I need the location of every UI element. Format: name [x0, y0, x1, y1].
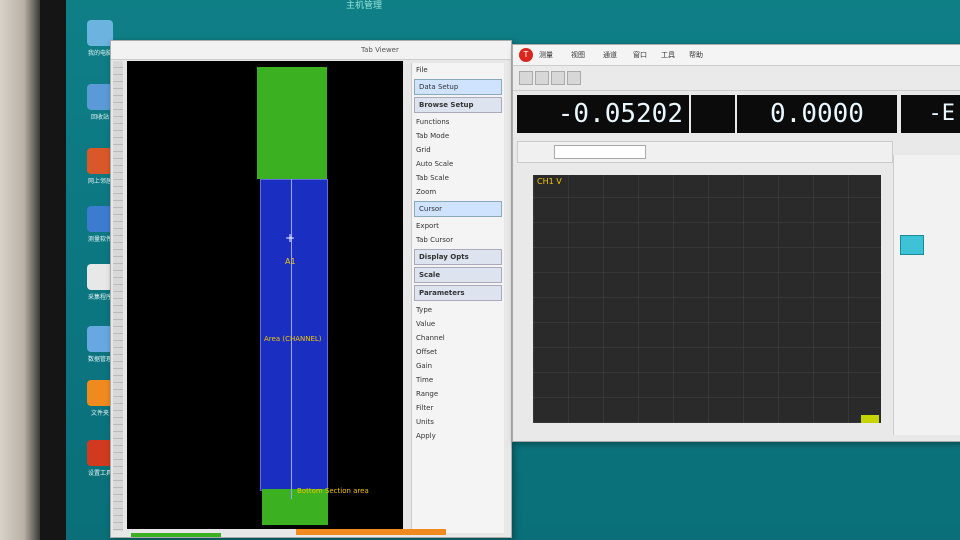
toolbar-button[interactable]	[567, 71, 581, 85]
desktop-screen: 主机管理 我的电脑 回收站 网上邻居 测量软件 采集程序 数据管理 文件夹 设置工具 Tab …	[66, 0, 960, 540]
panel-item[interactable]: Tab Scale	[412, 171, 504, 185]
channel-selector-strip	[517, 141, 893, 163]
menu-item[interactable]: 工具	[661, 50, 675, 60]
y-tick-label	[513, 400, 531, 425]
annotation-top: A1	[285, 257, 296, 266]
mode-button[interactable]	[900, 235, 924, 255]
readouts: -0.05202 0.0000 -E	[517, 95, 960, 135]
panel-item[interactable]: Auto Scale	[412, 157, 504, 171]
status-bar-orange	[296, 529, 446, 535]
menu-item[interactable]: 窗口	[633, 50, 647, 60]
graph-corner-marker	[861, 415, 879, 423]
y-tick-label	[513, 350, 531, 375]
panel-item[interactable]: Channel	[412, 331, 504, 345]
graph-area[interactable]: CH1 V	[533, 175, 881, 423]
annotation-bottom: Bottom Section area	[297, 487, 369, 495]
y-tick-label	[513, 175, 531, 200]
menu-item[interactable]: 帮助	[689, 50, 703, 60]
aux-readout: -E	[901, 95, 960, 133]
panel-item[interactable]: Grid	[412, 143, 504, 157]
tab-viewer-window[interactable]: Tab Viewer + A1 Area (CHANNEL) Bottom Se…	[110, 40, 512, 538]
menu-item[interactable]: 测量	[539, 50, 553, 60]
panel-item[interactable]: Browse Setup	[414, 97, 502, 113]
annotation-mid: Area (CHANNEL)	[264, 335, 322, 343]
vertical-ruler	[113, 61, 123, 531]
y-tick-label	[513, 250, 531, 275]
y-tick-label	[513, 200, 531, 225]
panel-item[interactable]: Gain	[412, 359, 504, 373]
panel-item[interactable]: Apply	[412, 429, 504, 443]
panel-item[interactable]: Value	[412, 317, 504, 331]
panel-item[interactable]: Tab Mode	[412, 129, 504, 143]
y-tick-label	[513, 375, 531, 400]
panel-item[interactable]: Zoom	[412, 185, 504, 199]
channel-dropdown[interactable]	[554, 145, 646, 159]
panel-item[interactable]: Offset	[412, 345, 504, 359]
crosshair-icon[interactable]: +	[285, 231, 295, 245]
panel-item[interactable]: Range	[412, 387, 504, 401]
panel-item[interactable]: Display Opts	[414, 249, 502, 265]
panel-item[interactable]: Type	[412, 303, 504, 317]
panel-item[interactable]: Time	[412, 373, 504, 387]
panel-item[interactable]: Parameters	[414, 285, 502, 301]
panel-item[interactable]: Scale	[414, 267, 502, 283]
graph-label: CH1 V	[537, 177, 562, 186]
plot-area[interactable]: + A1 Area (CHANNEL) Bottom Section area	[127, 61, 403, 529]
menu-bar: T 测量 视图 通道 窗口 工具 帮助	[513, 45, 960, 66]
measurement-window[interactable]: T 测量 视图 通道 窗口 工具 帮助 -0.05202 0.0000 -E CH1 V	[512, 44, 960, 442]
screen-top-label: 主机管理	[346, 1, 383, 11]
y-tick-label	[513, 300, 531, 325]
menu-item[interactable]: 通道	[603, 50, 617, 60]
panel-item[interactable]: Data Setup	[414, 79, 502, 95]
primary-readout: -0.05202	[517, 95, 689, 133]
toolbar	[513, 66, 960, 91]
toolbar-button[interactable]	[535, 71, 549, 85]
secondary-readout: 0.0000	[737, 95, 897, 133]
toolbar-button[interactable]	[519, 71, 533, 85]
mini-readout	[691, 95, 735, 133]
right-side-panel	[893, 155, 960, 435]
panel-item[interactable]: Units	[412, 415, 504, 429]
y-tick-label	[513, 275, 531, 300]
window-title: Tab Viewer	[111, 41, 511, 60]
y-axis-ticks	[513, 175, 531, 425]
control-panel: File Data Setup Browse Setup Functions Tab M…	[411, 63, 504, 533]
panel-item[interactable]: Export	[412, 219, 504, 233]
toolbar-button[interactable]	[551, 71, 565, 85]
menu-item[interactable]: 视图	[571, 50, 585, 60]
app-logo-icon: T	[519, 48, 533, 62]
panel-item[interactable]: Cursor	[414, 201, 502, 217]
y-tick-label	[513, 225, 531, 250]
panel-item[interactable]: Tab Cursor	[412, 233, 504, 247]
status-bar-green	[131, 533, 221, 537]
panel-item[interactable]: Functions	[412, 115, 504, 129]
y-tick-label	[513, 325, 531, 350]
panel-item[interactable]: File	[412, 63, 504, 77]
panel-item[interactable]: Filter	[412, 401, 504, 415]
green-region-top	[257, 67, 327, 179]
